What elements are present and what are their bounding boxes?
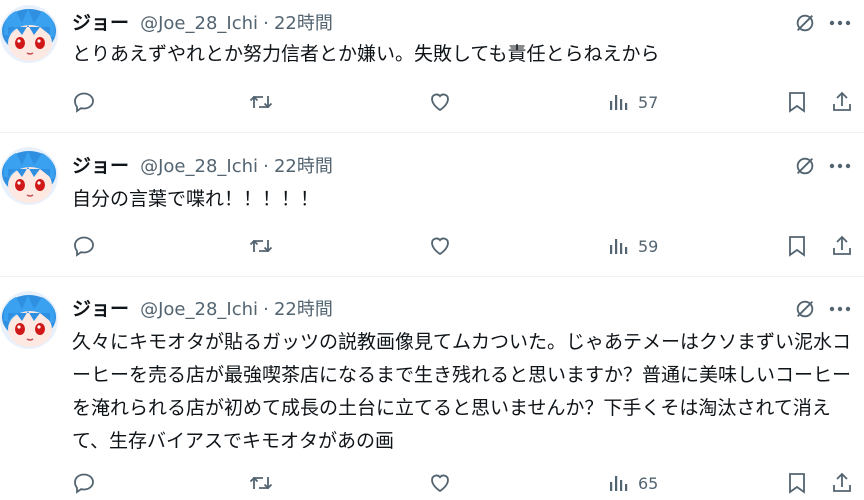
like-icon [431,93,449,112]
grok-icon[interactable] [788,151,822,181]
views-icon [610,239,628,254]
timestamp[interactable]: 22時間 [274,156,333,177]
tweet[interactable]: ジョー @Joe_28_Ichi · 22時間 久々にキモオタが貼るガッツの説教… [0,277,864,500]
display-name[interactable]: ジョー [72,12,129,34]
like-icon [431,237,449,256]
tweet-header: ジョー @Joe_28_Ichi · 22時間 [72,8,333,38]
tweet-text: 自分の言葉で喋れ！！！！！ [72,188,320,210]
bookmark-button[interactable] [786,467,808,499]
tweet-actions: 57 [0,86,864,118]
user-handle[interactable]: @Joe_28_Ichi [140,299,258,320]
tweet[interactable]: ジョー @Joe_28_Ichi · 22時間 自分の言葉で喋れ！！！！！ 59 [0,133,864,277]
reply-button[interactable] [72,467,96,499]
share-icon [833,472,851,492]
retweet-button[interactable] [248,467,274,499]
share-button[interactable] [830,230,854,262]
timestamp[interactable]: 22時間 [274,13,333,34]
reply-icon [74,236,94,257]
views-icon [610,476,628,491]
user-handle[interactable]: @Joe_28_Ichi [140,13,258,34]
bookmark-button[interactable] [786,86,808,118]
grok-icon[interactable] [788,294,822,324]
separator-dot: · [263,13,269,34]
views-count: 57 [638,92,659,112]
like-button[interactable] [428,230,452,262]
views-button[interactable]: 57 [608,86,658,118]
retweet-icon [249,95,273,109]
reply-button[interactable] [72,230,96,262]
timeline-feed: ジョー @Joe_28_Ichi · 22時間 とりあえずやれとか努力信者とか嫌… [0,0,864,500]
like-icon [431,474,449,493]
like-button[interactable] [428,86,452,118]
grok-icon[interactable] [788,8,822,38]
reply-icon [74,473,94,494]
retweet-icon [249,476,273,490]
retweet-button[interactable] [248,86,274,118]
tweet-actions: 59 [0,230,864,262]
separator-dot: · [263,299,269,320]
display-name[interactable]: ジョー [72,155,129,177]
share-icon [833,91,851,111]
reply-button[interactable] [72,86,96,118]
share-icon [833,235,851,255]
tweet-header: ジョー @Joe_28_Ichi · 22時間 [72,294,333,324]
user-handle[interactable]: @Joe_28_Ichi [140,156,258,177]
retweet-button[interactable] [248,230,274,262]
display-name[interactable]: ジョー [72,298,129,320]
retweet-icon [249,239,273,253]
like-button[interactable] [428,467,452,499]
timestamp[interactable]: 22時間 [274,299,333,320]
share-button[interactable] [830,86,854,118]
avatar[interactable] [0,5,58,63]
avatar[interactable] [0,291,58,349]
tweet-text: とりあえずやれとか努力信者とか嫌い。失敗しても責任とらねえから [72,43,660,65]
more-icon[interactable] [820,294,860,324]
tweet-header: ジョー @Joe_28_Ichi · 22時間 [72,151,333,181]
views-button[interactable]: 65 [608,467,658,499]
reply-icon [74,92,94,113]
tweet[interactable]: ジョー @Joe_28_Ichi · 22時間 とりあえずやれとか努力信者とか嫌… [0,0,864,133]
views-button[interactable]: 59 [608,230,658,262]
views-count: 65 [638,473,659,493]
views-icon [610,95,628,110]
more-icon[interactable] [820,151,860,181]
bookmark-button[interactable] [786,230,808,262]
bookmark-icon [789,92,805,113]
bookmark-icon [789,473,805,494]
views-count: 59 [638,236,659,256]
avatar[interactable] [0,147,58,205]
tweet-text: 久々にキモオタが貼るガッツの説教画像見てムカついた。じゃあテメーはクソまずい泥水… [72,331,852,452]
share-button[interactable] [830,467,854,499]
separator-dot: · [263,156,269,177]
bookmark-icon [789,236,805,257]
tweet-actions: 65 [0,467,864,499]
more-icon[interactable] [820,8,860,38]
